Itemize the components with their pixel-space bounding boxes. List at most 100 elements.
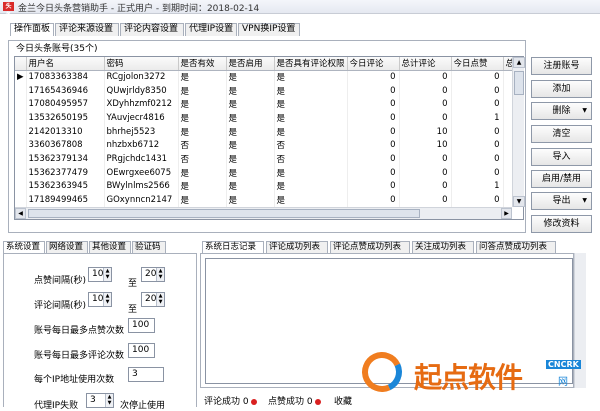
like-interval-label: 点赞间隔(秒) xyxy=(34,276,87,286)
tab-system-settings[interactable]: 系统设置 xyxy=(3,241,45,253)
proxy-fail-stepper[interactable]: 3 ▲ ▼ xyxy=(86,393,114,408)
tab-comment-content[interactable]: 评论内容设置 xyxy=(120,23,184,36)
tab-qa-like-success[interactable]: 问答点赞成功列表 xyxy=(476,241,556,253)
status-dot-icon xyxy=(314,398,321,405)
export-button[interactable]: 导出 ▼ xyxy=(531,192,592,210)
table-row[interactable]: 15362363945 BWylnlms2566 是是是 0 0 1 xyxy=(15,179,515,194)
cell-username: 17083363384 xyxy=(26,70,105,84)
edit-profile-button[interactable]: 修改资料 xyxy=(531,215,592,233)
cell-today-comments: 0 xyxy=(347,152,400,166)
scroll-left-icon[interactable]: ◀ xyxy=(15,208,26,219)
import-button[interactable]: 导入 xyxy=(531,148,592,166)
stepper-arrows-icon[interactable]: ▲ ▼ xyxy=(156,268,164,281)
comment-interval-to-stepper[interactable]: 20 ▲ ▼ xyxy=(141,292,165,307)
table-row[interactable]: ▶ 17083363384 RCgjolon3272 是是是 0 0 0 xyxy=(15,70,515,84)
scroll-thumb[interactable] xyxy=(514,71,524,95)
table-row[interactable]: 15362379134 PRgjchdc1431 否是否 0 0 0 xyxy=(15,152,515,166)
cell-valid: 是 xyxy=(178,83,227,98)
cell-valid: 否 xyxy=(178,152,227,166)
tab-operation-panel[interactable]: 操作面板 xyxy=(10,23,54,36)
like-interval-from-stepper[interactable]: 10 ▲ ▼ xyxy=(88,267,112,282)
cell-password: QUwjrldy8350 xyxy=(104,83,179,98)
col-valid[interactable]: 是否有效 xyxy=(178,57,227,71)
tab-proxy-ip[interactable]: 代理IP设置 xyxy=(185,23,237,36)
cell-today-comments: 0 xyxy=(347,165,400,180)
scroll-down-icon[interactable]: ▼ xyxy=(513,196,525,207)
cell-today-likes: 0 xyxy=(451,83,504,98)
cell-enabled: 是 xyxy=(226,83,275,98)
add-button[interactable]: 添加 xyxy=(531,80,592,98)
table-header-row: 用户名 密码 是否有效 是否启用 是否具有评论权限 今日评论 总计评论 今日点赞… xyxy=(15,57,515,71)
table-vertical-scrollbar[interactable]: ▲ ▼ xyxy=(512,57,525,207)
cell-total-comments: 0 xyxy=(399,152,452,166)
max-likes-label: 账号每日最多点赞次数 xyxy=(34,326,125,336)
cell-username: 2142013310 xyxy=(26,124,105,139)
table-row[interactable]: 15362377479 OEwrgxee6075 是是是 0 0 0 xyxy=(15,165,515,180)
register-account-button[interactable]: 注册账号 xyxy=(531,57,592,75)
cell-enabled: 是 xyxy=(226,165,275,180)
cell-today-comments: 0 xyxy=(347,70,400,84)
cell-total-comments: 0 xyxy=(399,70,452,84)
tab-network-settings[interactable]: 网络设置 xyxy=(46,241,88,253)
accounts-table: 用户名 密码 是否有效 是否启用 是否具有评论权限 今日评论 总计评论 今日点赞… xyxy=(14,56,524,220)
export-button-label: 导出 xyxy=(552,196,571,206)
max-comments-field[interactable]: 100 xyxy=(128,343,155,358)
tab-vpn-ip[interactable]: VPN换IP设置 xyxy=(238,23,300,36)
table-row[interactable]: 3360367808 nhzbxb6712 否是否 0 10 0 xyxy=(15,138,515,153)
col-password[interactable]: 密码 xyxy=(104,57,179,71)
comment-interval-from-stepper[interactable]: 10 ▲ ▼ xyxy=(88,292,112,307)
proxy-fail-label: 代理IP失败 xyxy=(34,401,79,411)
table-row[interactable]: 2142013310 bhrhej5523 是是是 0 10 0 xyxy=(15,124,515,139)
cell-password: bhrhej5523 xyxy=(104,124,179,139)
tab-system-log[interactable]: 系统日志记录 xyxy=(202,241,264,253)
accounts-group-title: 今日头条账号(35个) xyxy=(14,41,100,54)
tab-other-settings[interactable]: 其他设置 xyxy=(89,241,131,253)
cell-valid: 是 xyxy=(178,193,227,207)
stepper-arrows-icon[interactable]: ▲ ▼ xyxy=(105,394,113,407)
cell-permission: 是 xyxy=(274,124,348,139)
col-username[interactable]: 用户名 xyxy=(26,57,105,71)
ip-uses-field[interactable]: 3 xyxy=(128,367,164,382)
stepper-arrows-icon[interactable]: ▲ ▼ xyxy=(103,293,111,306)
cell-permission: 否 xyxy=(274,152,348,166)
cell-total-comments: 0 xyxy=(399,193,452,207)
tab-comment-like-success[interactable]: 评论点赞成功列表 xyxy=(330,241,410,253)
tab-follow-success[interactable]: 关注成功列表 xyxy=(412,241,474,253)
col-today-comments[interactable]: 今日评论 xyxy=(347,57,400,71)
watermark-badge: CNCRK xyxy=(546,360,581,369)
cell-enabled: 是 xyxy=(226,124,275,139)
stepper-arrows-icon[interactable]: ▲ ▼ xyxy=(103,268,111,281)
table-row[interactable]: 17165436946 QUwjrldy8350 是是是 0 0 0 xyxy=(15,83,515,98)
cell-permission: 是 xyxy=(274,193,348,207)
scroll-thumb[interactable] xyxy=(28,209,420,218)
scroll-up-icon[interactable]: ▲ xyxy=(513,57,525,68)
col-comment-permission[interactable]: 是否具有评论权限 xyxy=(274,57,348,71)
tab-captcha[interactable]: 验证码 xyxy=(132,241,166,253)
cell-valid: 否 xyxy=(178,138,227,153)
clear-button[interactable]: 清空 xyxy=(531,125,592,143)
tab-comment-source[interactable]: 评论来源设置 xyxy=(55,23,119,36)
enable-disable-button[interactable]: 启用/禁用 xyxy=(531,170,592,188)
table-row[interactable]: 13532650195 YAuvjecr4816 是是是 0 0 1 xyxy=(15,111,515,125)
cell-permission: 是 xyxy=(274,70,348,84)
max-likes-field[interactable]: 100 xyxy=(128,318,155,333)
status-like-success: 点赞成功 0 xyxy=(268,394,321,407)
table-row[interactable]: 17189499465 GOxynncn2147 是是是 0 0 0 xyxy=(15,193,515,207)
col-enabled[interactable]: 是否启用 xyxy=(226,57,275,71)
chevron-down-icon: ▼ xyxy=(582,107,587,114)
stepper-arrows-icon[interactable]: ▲ ▼ xyxy=(156,293,164,306)
cell-total-comments: 0 xyxy=(399,165,452,180)
delete-button[interactable]: 删除 ▼ xyxy=(531,102,592,120)
tab-comment-success[interactable]: 评论成功列表 xyxy=(266,241,328,253)
cell-total-comments: 10 xyxy=(399,138,452,153)
table-row[interactable]: 17080495957 XDyhhzmf0212 是是是 0 0 0 xyxy=(15,97,515,112)
cell-today-comments: 0 xyxy=(347,97,400,112)
scroll-right-icon[interactable]: ▶ xyxy=(501,208,512,219)
window-title: 金兰今日头条营销助手 - 正式用户 - 到期时间：2018-02-14 xyxy=(18,4,260,14)
col-today-likes[interactable]: 今日点赞 xyxy=(451,57,504,71)
table-horizontal-scrollbar[interactable]: ◀ ▶ xyxy=(15,207,512,219)
like-interval-to-stepper[interactable]: 20 ▲ ▼ xyxy=(141,267,165,282)
cell-password: nhzbxb6712 xyxy=(104,138,179,153)
cell-username: 17165436946 xyxy=(26,83,105,98)
col-total-comments[interactable]: 总计评论 xyxy=(399,57,452,71)
